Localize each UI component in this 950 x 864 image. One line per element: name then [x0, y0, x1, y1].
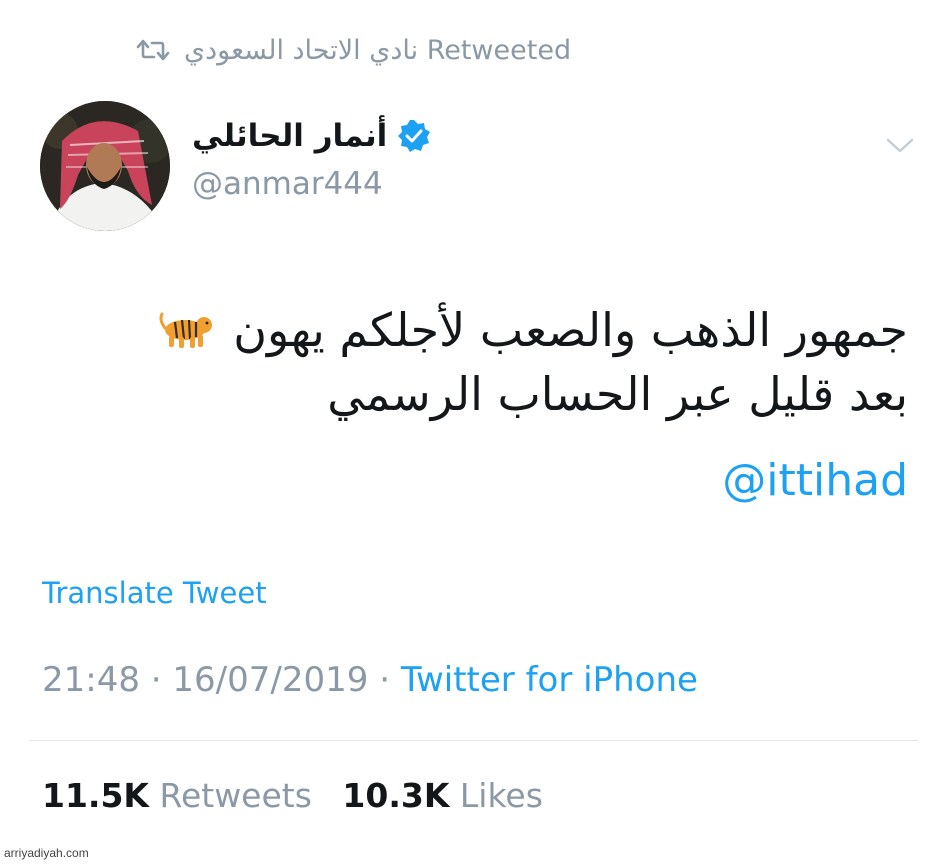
retweets-stat[interactable]: 11.5K Retweets	[42, 776, 322, 815]
divider	[30, 740, 918, 741]
more-options-button[interactable]	[880, 130, 920, 160]
tweet-line-1-text: جمهور الذهب والصعب لأجلكم يهون	[233, 303, 908, 357]
likes-label: Likes	[459, 776, 543, 815]
retweets-label: Retweets	[159, 776, 312, 815]
author-name[interactable]: أنمار الحائلي	[192, 118, 387, 154]
verified-badge-icon	[397, 119, 431, 153]
tweet-time[interactable]: 21:48	[42, 660, 140, 700]
mention-link[interactable]: @ittihad	[722, 455, 908, 506]
tweet-date[interactable]: 16/07/2019	[172, 660, 368, 700]
likes-stat[interactable]: 10.3K Likes	[342, 776, 542, 815]
watermark: arriyadiyah.com	[4, 846, 89, 860]
tweet-line-1: جمهور الذهب والصعب لأجلكم يهون	[88, 300, 908, 364]
author-name-row[interactable]: أنمار الحائلي	[192, 118, 431, 154]
meta-separator: ·	[379, 660, 391, 700]
tiger-icon	[157, 304, 215, 364]
tweet-line-2: بعد قليل عبر الحساب الرسمي	[327, 367, 908, 421]
tweet-text: جمهور الذهب والصعب لأجلكم يهون بعد قليل …	[88, 300, 908, 424]
retweet-header: نادي الاتحاد السعودي Retweeted	[136, 30, 571, 70]
avatar[interactable]	[40, 101, 170, 231]
tweet-meta: 21:48 · 16/07/2019 · Twitter for iPhone	[42, 660, 698, 700]
retweets-count: 11.5K	[42, 776, 149, 815]
translate-tweet-link[interactable]: Translate Tweet	[42, 576, 267, 610]
retweet-label[interactable]: نادي الاتحاد السعودي Retweeted	[184, 35, 571, 66]
likes-count: 10.3K	[342, 776, 450, 815]
meta-separator: ·	[150, 660, 162, 700]
tweet-source-link[interactable]: Twitter for iPhone	[401, 660, 698, 700]
author-handle[interactable]: @anmar444	[192, 166, 383, 202]
chevron-down-icon	[886, 138, 914, 153]
tweet-stats: 11.5K Retweets 10.3K Likes	[42, 776, 563, 815]
retweet-icon	[136, 38, 170, 62]
